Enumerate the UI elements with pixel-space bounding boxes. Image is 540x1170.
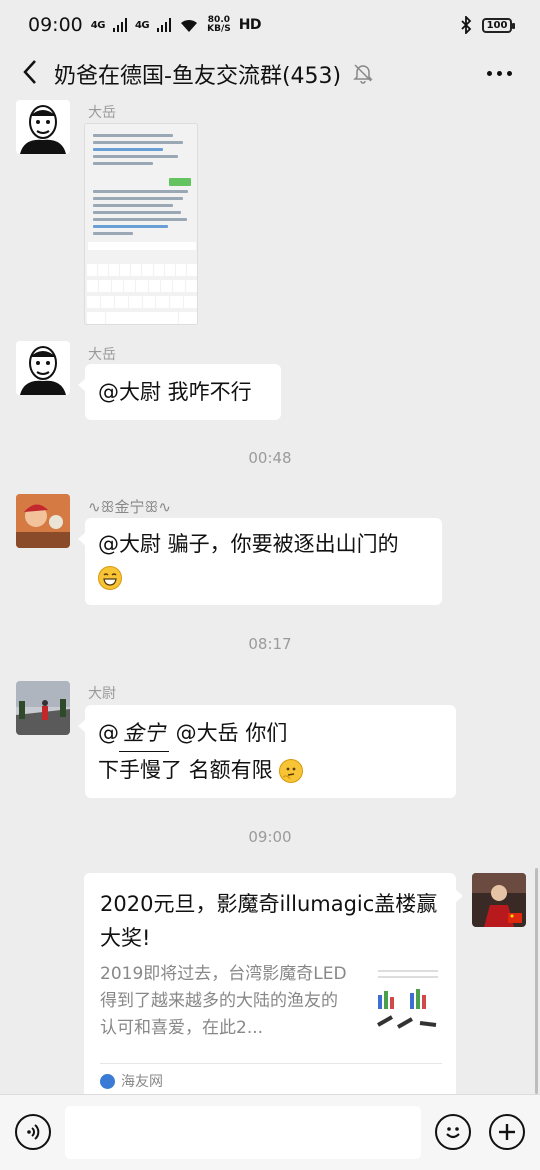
text-message[interactable]: @大尉 我咋不行 (78, 364, 281, 420)
avatar-dawei[interactable] (16, 681, 70, 735)
timestamp: 00:48 (248, 449, 292, 467)
chat-header: 奶爸在德国-鱼友交流群(453) (0, 50, 540, 96)
signal-bars-icon-2 (157, 18, 172, 32)
signal-4g-icon: 4G (90, 19, 106, 31)
haiyouwang-logo-icon (100, 1073, 115, 1089)
avatar-dayue[interactable] (16, 341, 70, 395)
text-message[interactable]: @大尉 骗子，你要被逐出山门的 (78, 518, 442, 605)
input-bar (0, 1094, 540, 1170)
link-description: 2019即将过去，台湾影魔奇LED得到了越来越多的大陆的渔友的认可和喜爱，在此2… (100, 964, 347, 1038)
message-list[interactable]: 大岳 大岳 @大尉 我咋不行 00:48 ∿ꕥ金宁ꕥ∿ @大尉 骗子，你要被逐出… (0, 96, 540, 1094)
sender-name: 大岳 (88, 105, 116, 121)
thinking-emoji-icon (279, 759, 304, 783)
avatar-self[interactable] (472, 873, 526, 927)
status-time: 09:00 (28, 14, 83, 36)
timestamp: 08:17 (248, 635, 292, 653)
more-functions-button[interactable] (489, 1114, 525, 1150)
status-bar: 09:00 4G 4G 80.0 KB/S HD 100 (0, 0, 540, 50)
mute-bell-icon (353, 64, 373, 84)
message-text: @大尉 骗子，你要被逐出山门的 (98, 532, 399, 556)
emoji-button[interactable] (435, 1114, 471, 1150)
more-options-button[interactable] (482, 58, 516, 88)
link-title: 2020元旦，影魔奇illumagic盖楼赢大奖! (100, 892, 438, 950)
message-input[interactable] (65, 1106, 421, 1159)
voice-input-button[interactable] (15, 1114, 51, 1150)
grinning-emoji-icon (98, 566, 122, 590)
image-message[interactable] (84, 123, 198, 325)
message-text: @大尉 我咋不行 (98, 380, 252, 404)
chevron-left-icon (23, 60, 36, 84)
link-divider (100, 1063, 442, 1064)
signal-4g-icon-2: 4G (134, 19, 150, 31)
signal-bars-icon (112, 18, 127, 32)
sender-name: ∿ꕥ金宁ꕥ∿ (88, 498, 172, 516)
wifi-icon (181, 19, 198, 32)
chat-title: 奶爸在德国-鱼友交流群(453) (54, 64, 342, 89)
mention-jinning: 金宁 (119, 715, 169, 752)
hd-icon: HD (238, 17, 262, 33)
voice-icon (27, 1124, 40, 1140)
battery-icon: 100 (482, 17, 515, 33)
decoration-right-icon: ꕥ∿ (144, 498, 172, 516)
network-speed: 80.0 KB/S (207, 15, 231, 34)
message-text: @ 金宁 @大岳 你们 (98, 721, 287, 752)
plus-icon (499, 1124, 515, 1140)
back-button[interactable] (14, 56, 46, 88)
bluetooth-icon (461, 16, 472, 34)
scrollbar[interactable] (535, 868, 538, 1094)
text-message[interactable]: @ 金宁 @大岳 你们 下手慢了 名额有限 (78, 705, 456, 798)
decoration-left-icon: ∿ꕥ (88, 498, 115, 516)
link-thumbnail (374, 965, 442, 1037)
sender-name: 大岳 (88, 347, 116, 363)
timestamp: 09:00 (248, 828, 292, 846)
sender-name: 大尉 (88, 686, 116, 702)
message-text-line2: 下手慢了 名额有限 (98, 758, 273, 782)
link-card[interactable]: 2020元旦，影魔奇illumagic盖楼赢大奖! 2019即将过去，台湾影魔奇… (84, 873, 463, 1094)
avatar-dayue[interactable] (16, 100, 70, 154)
avatar-jinning[interactable] (16, 494, 70, 548)
smiley-icon (446, 1127, 460, 1139)
link-source: 海友网 (100, 1071, 163, 1091)
